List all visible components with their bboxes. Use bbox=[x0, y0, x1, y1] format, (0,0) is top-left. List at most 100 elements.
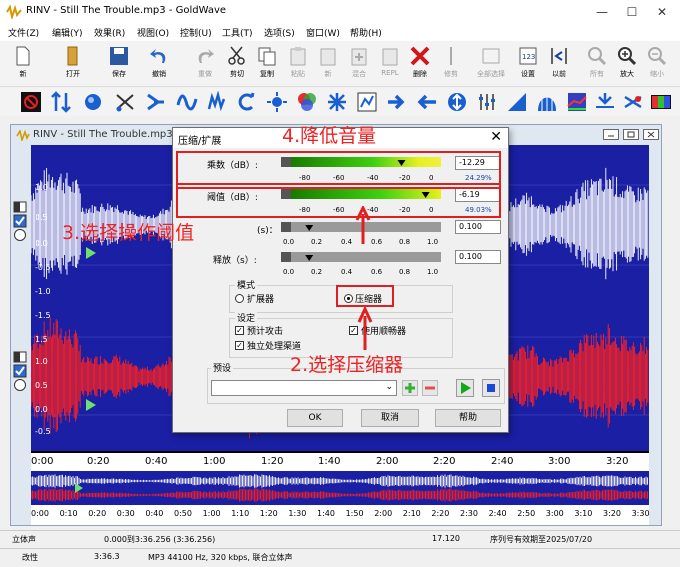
cut-button[interactable]: 剪切 bbox=[222, 43, 252, 85]
undo-icon bbox=[150, 49, 166, 63]
resample-icon[interactable] bbox=[650, 91, 672, 113]
main-toolbar: 新 打开 保存 撤销 重做 剪切 复制 粘贴 新 混合 REPL 删除 修剪 全… bbox=[0, 41, 680, 87]
timeline-ruler[interactable]: 0:00 0:20 0:40 1:00 1:20 1:40 2:00 2:20 … bbox=[31, 451, 649, 471]
equalizer-icon[interactable] bbox=[356, 91, 378, 113]
playback-rate-icon[interactable] bbox=[476, 91, 498, 113]
chevron-down-icon: ⌄ bbox=[385, 382, 393, 392]
lookahead-checkbox[interactable]: ✓ bbox=[235, 326, 244, 335]
replace-button[interactable]: REPL bbox=[375, 43, 405, 85]
menu-window[interactable]: 窗口(W) bbox=[306, 26, 340, 39]
delete-icon bbox=[410, 46, 430, 66]
timeline-tick: 3:20 bbox=[606, 456, 629, 467]
volume-shape-icon[interactable] bbox=[296, 91, 318, 113]
status-position: 17.120 bbox=[432, 534, 460, 543]
release-label: 释放（s）: bbox=[213, 256, 257, 266]
offset-icon[interactable] bbox=[386, 91, 408, 113]
channel-mixer-icon[interactable] bbox=[622, 91, 644, 113]
delete-button[interactable]: 删除 bbox=[405, 43, 435, 85]
doppler-icon[interactable] bbox=[50, 91, 72, 113]
window-restore-icon[interactable] bbox=[623, 129, 639, 140]
save-button[interactable]: 保存 bbox=[104, 43, 134, 85]
noise-reduction-icon[interactable] bbox=[176, 91, 198, 113]
menu-help[interactable]: 帮助(H) bbox=[350, 26, 382, 39]
menu-tools[interactable]: 工具(T) bbox=[222, 26, 253, 39]
redo-button[interactable]: 重做 bbox=[190, 43, 220, 85]
menu-file[interactable]: 文件(Z) bbox=[8, 26, 39, 39]
annotation-box-threshold bbox=[176, 183, 501, 218]
zoom-out-button[interactable]: 缩小 bbox=[642, 43, 672, 85]
dialog-close-button[interactable]: ✕ bbox=[490, 129, 502, 145]
overview-timeline-tick: 2:00 bbox=[374, 509, 393, 518]
invert-icon[interactable] bbox=[416, 91, 438, 113]
trim-button[interactable]: 修剪 bbox=[436, 43, 466, 85]
previous-button[interactable]: 以前 bbox=[544, 43, 574, 85]
open-button[interactable]: 打开 bbox=[58, 43, 88, 85]
overview-timeline-tick: 3:20 bbox=[603, 509, 621, 518]
dynamic-icon[interactable] bbox=[446, 91, 468, 113]
zoom-all-button[interactable]: 所有 bbox=[582, 43, 612, 85]
axis-label: 0.0 bbox=[35, 239, 48, 248]
menu-edit[interactable]: 编辑(Y) bbox=[52, 26, 83, 39]
new-button[interactable]: 新 bbox=[8, 43, 38, 85]
paste-new-button[interactable]: 新 bbox=[313, 43, 343, 85]
compressor-icon[interactable] bbox=[566, 91, 588, 113]
attack-label: (s)： bbox=[257, 226, 278, 236]
release-value-input[interactable]: 0.100 bbox=[455, 250, 501, 264]
menu-view[interactable]: 视图(O) bbox=[137, 26, 169, 39]
fade-in-icon[interactable] bbox=[506, 91, 528, 113]
zoom-in-button[interactable]: 放大 bbox=[612, 43, 642, 85]
mix-button[interactable]: 混合 bbox=[344, 43, 374, 85]
left-channel-controls bbox=[13, 201, 27, 241]
window-minimize-icon[interactable] bbox=[603, 129, 619, 140]
preview-stop-icon[interactable] bbox=[482, 379, 500, 397]
window-close-icon[interactable] bbox=[643, 129, 659, 140]
fade-out-icon[interactable] bbox=[536, 91, 558, 113]
release-slider[interactable] bbox=[281, 251, 441, 262]
filter-icon[interactable] bbox=[114, 91, 136, 113]
status-modified: 改性 bbox=[22, 553, 38, 562]
pitch-icon[interactable] bbox=[206, 91, 228, 113]
cancel-button[interactable]: 取消 bbox=[361, 409, 419, 427]
independent-channels-checkbox[interactable]: ✓ bbox=[235, 341, 244, 350]
stop-effect-icon[interactable] bbox=[20, 91, 42, 113]
attack-value-input[interactable]: 0.100 bbox=[455, 220, 501, 234]
axis-label: -0.5 bbox=[35, 263, 51, 272]
mode-group-label: 模式 bbox=[235, 278, 258, 291]
menu-bar: 文件(Z) 编辑(Y) 效果(R) 视图(O) 控制(U) 工具(T) 选项(S… bbox=[0, 24, 680, 41]
set-marker-button[interactable]: 123 设置 bbox=[513, 43, 543, 85]
echo-icon[interactable] bbox=[82, 91, 104, 113]
overview-waveform[interactable] bbox=[31, 471, 649, 505]
expander-radio[interactable] bbox=[235, 294, 244, 303]
goldwave-logo-icon bbox=[6, 5, 22, 19]
annotation-step4: 4.降低音量 bbox=[282, 125, 377, 147]
status-license: 序列号有效期至2025/07/20 bbox=[490, 535, 593, 544]
undo-button[interactable]: 撤销 bbox=[144, 43, 174, 85]
overview-timeline-tick: 1:40 bbox=[317, 509, 335, 518]
paste-button[interactable]: 粘贴 bbox=[283, 43, 313, 85]
overview-right-waveform bbox=[31, 488, 648, 502]
preset-select[interactable]: ⌄ bbox=[211, 380, 397, 396]
minimize-button[interactable]: — bbox=[587, 2, 617, 22]
select-all-icon bbox=[482, 48, 500, 64]
time-warp-icon[interactable] bbox=[326, 91, 348, 113]
menu-effects[interactable]: 效果(R) bbox=[94, 26, 125, 39]
select-all-button[interactable]: 全部选择 bbox=[476, 43, 506, 85]
spatial-icon[interactable] bbox=[266, 91, 288, 113]
goldwave-logo-icon bbox=[16, 130, 30, 141]
mute-icon[interactable] bbox=[594, 91, 616, 113]
help-button[interactable]: 帮助 bbox=[435, 409, 501, 427]
overview-timeline-tick: 3:00 bbox=[545, 509, 564, 518]
menu-options[interactable]: 选项(S) bbox=[264, 26, 295, 39]
add-preset-icon[interactable] bbox=[402, 380, 418, 396]
ok-button[interactable]: OK bbox=[287, 409, 343, 427]
new-file-icon bbox=[16, 46, 30, 66]
menu-control[interactable]: 控制(U) bbox=[180, 26, 212, 39]
close-button[interactable]: ✕ bbox=[647, 2, 677, 22]
overview-timeline-tick: 2:50 bbox=[517, 509, 536, 518]
maximize-button[interactable]: ☐ bbox=[617, 2, 647, 22]
preview-play-icon[interactable] bbox=[456, 379, 474, 397]
mechanize-icon[interactable] bbox=[144, 91, 166, 113]
remove-preset-icon[interactable] bbox=[422, 380, 438, 396]
copy-button[interactable]: 复制 bbox=[252, 43, 282, 85]
reverse-icon[interactable] bbox=[236, 91, 258, 113]
